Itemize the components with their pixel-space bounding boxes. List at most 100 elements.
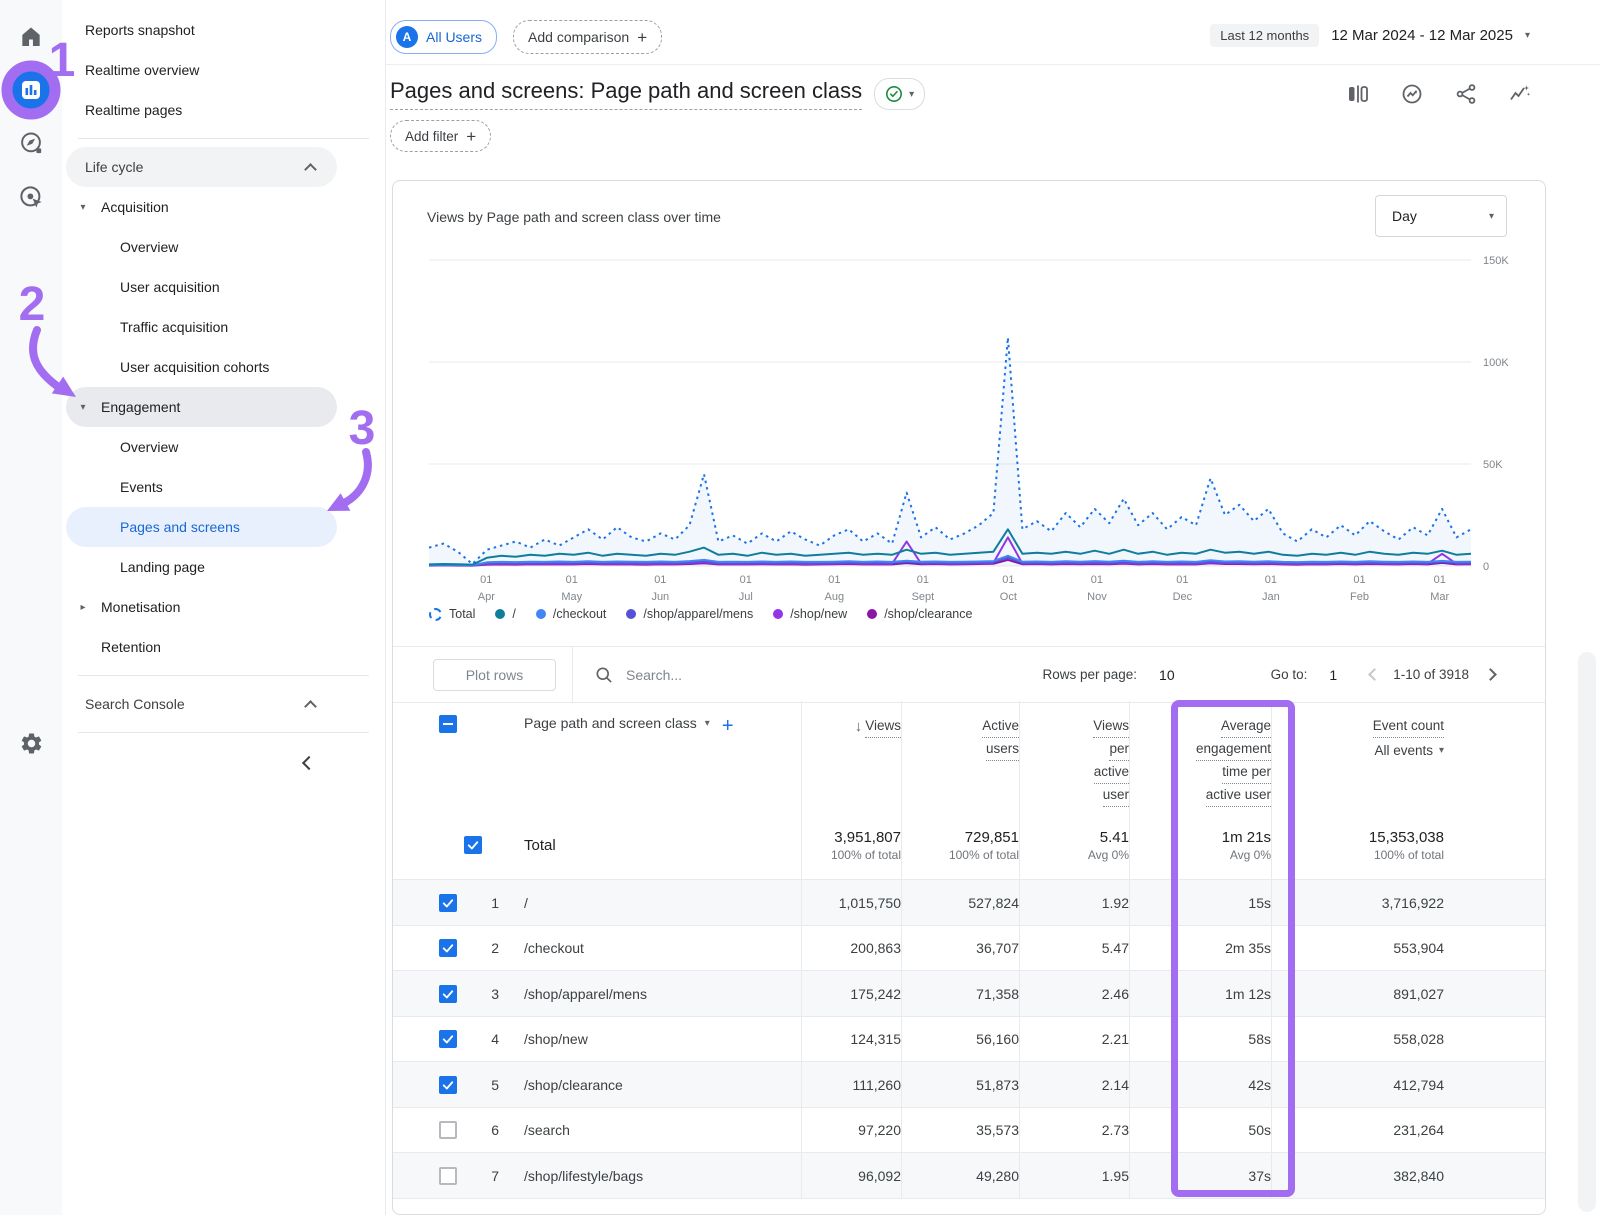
audience-chip[interactable]: A All Users bbox=[390, 20, 497, 54]
nav-item-user-acquisition-cohorts[interactable]: User acquisition cohorts bbox=[66, 347, 337, 387]
row-metric-cell: 15s bbox=[1129, 880, 1271, 926]
metric-header[interactable]: Averageengagementtime peractive user bbox=[1196, 715, 1271, 807]
metric-header[interactable]: ↓Views bbox=[855, 715, 901, 738]
total-subvalue: 100% of total bbox=[1374, 848, 1444, 862]
header-line: Views bbox=[865, 715, 901, 738]
table-row[interactable]: 4/shop/new124,31556,1602.2158s558,028 bbox=[393, 1016, 1545, 1063]
row-checkbox-checked[interactable] bbox=[439, 939, 457, 957]
nav-item-label: Reports snapshot bbox=[85, 22, 195, 38]
nav-section-search-console[interactable]: Search Console bbox=[66, 684, 337, 724]
share-icon[interactable] bbox=[1454, 82, 1478, 106]
add-filter-button[interactable]: Add filter + bbox=[390, 120, 491, 152]
total-label-cell: Total bbox=[499, 811, 801, 879]
nav-item-events[interactable]: Events bbox=[66, 467, 337, 507]
next-page-icon[interactable] bbox=[1479, 664, 1501, 686]
row-metric-cell: 2.73 bbox=[1019, 1108, 1129, 1154]
table-row[interactable]: 5/shop/clearance111,26051,8732.1442s412,… bbox=[393, 1061, 1545, 1108]
row-checkbox-checked[interactable] bbox=[439, 1076, 457, 1094]
metric-value: 56,160 bbox=[976, 1031, 1019, 1047]
nav-item-user-acquisition[interactable]: User acquisition bbox=[66, 267, 337, 307]
edit-comparisons-icon[interactable] bbox=[1346, 82, 1370, 106]
row-checkbox-checked[interactable] bbox=[439, 1030, 457, 1048]
row-index-cell: 3 bbox=[457, 971, 499, 1017]
previous-page-icon[interactable] bbox=[1363, 664, 1385, 686]
nav-item-pages-and-screens[interactable]: Pages and screens bbox=[66, 507, 337, 547]
nav-item-realtime-pages[interactable]: Realtime pages bbox=[66, 90, 337, 130]
intelligence-sparkline-icon[interactable] bbox=[1508, 82, 1532, 106]
page-path: /shop/apparel/mens bbox=[524, 986, 647, 1002]
nav-item-acquisition[interactable]: ▾Acquisition bbox=[66, 187, 337, 227]
plus-icon: + bbox=[637, 29, 647, 46]
dimension-header[interactable]: Page path and screen class▾ bbox=[499, 715, 710, 731]
table-row[interactable]: 3/shop/apparel/mens175,24271,3582.461m 1… bbox=[393, 970, 1545, 1017]
legend-label: / bbox=[512, 607, 515, 621]
metric-selector[interactable]: All events▾ bbox=[1374, 740, 1444, 761]
metric-header[interactable]: Viewsperactiveuser bbox=[1093, 715, 1129, 807]
series-area-total bbox=[429, 338, 1471, 567]
row-index: 4 bbox=[491, 1031, 499, 1047]
page-path: /shop/lifestyle/bags bbox=[524, 1168, 643, 1184]
scrollbar-track[interactable] bbox=[1578, 652, 1596, 1212]
table-row[interactable]: 7/shop/lifestyle/bags96,09249,2801.9537s… bbox=[393, 1152, 1545, 1199]
nav-item-realtime-overview[interactable]: Realtime overview bbox=[66, 50, 337, 90]
metric-value: 1.92 bbox=[1102, 895, 1129, 911]
metric-header[interactable]: Event countAll events▾ bbox=[1373, 715, 1444, 761]
collapse-nav-icon[interactable] bbox=[297, 751, 321, 775]
add-comparison-button[interactable]: Add comparison + bbox=[513, 20, 662, 54]
metric-value: 35,573 bbox=[976, 1122, 1019, 1138]
row-metric-cell: 51,873 bbox=[901, 1062, 1019, 1108]
nav-item-overview[interactable]: Overview bbox=[66, 427, 337, 467]
nav-item-monetisation[interactable]: ▸Monetisation bbox=[66, 587, 337, 627]
row-checkbox-checked[interactable] bbox=[439, 985, 457, 1003]
date-range-picker[interactable]: Last 12 months 12 Mar 2024 - 12 Mar 2025… bbox=[1210, 24, 1530, 47]
legend-item-checkout: /checkout bbox=[536, 607, 607, 621]
metric-header-cell-views-per-active-user: Viewsperactiveuser bbox=[1019, 701, 1129, 811]
rows-per-page-value[interactable]: 10 bbox=[1159, 667, 1175, 683]
table-row[interactable]: 1/1,015,750527,8241.9215s3,716,922 bbox=[393, 879, 1545, 926]
table-search[interactable]: Search... bbox=[594, 665, 682, 685]
metric-value: 1,015,750 bbox=[839, 895, 901, 911]
nav-item-engagement[interactable]: ▾Engagement bbox=[66, 387, 337, 427]
row-checkbox-checked[interactable] bbox=[439, 715, 457, 733]
nav-item-landing-page[interactable]: Landing page bbox=[66, 547, 337, 587]
nav-item-reports-snapshot[interactable]: Reports snapshot bbox=[66, 10, 337, 50]
metric-value: 37s bbox=[1248, 1168, 1271, 1184]
row-dimension-cell: / bbox=[499, 880, 801, 926]
nav-item-label: Traffic acquisition bbox=[120, 319, 228, 335]
row-checkbox-unchecked[interactable] bbox=[439, 1167, 457, 1185]
nav-item-overview[interactable]: Overview bbox=[66, 227, 337, 267]
add-dimension-icon[interactable]: + bbox=[722, 715, 734, 738]
metric-header[interactable]: Activeusers bbox=[982, 715, 1019, 761]
report-status-pill[interactable]: ▾ bbox=[874, 78, 925, 110]
metric-value: 51,873 bbox=[976, 1077, 1019, 1093]
reports-icon[interactable] bbox=[0, 70, 62, 110]
table-row[interactable]: 2/checkout200,86336,7075.472m 35s553,904 bbox=[393, 925, 1545, 972]
x-axis-tick: 01Mar bbox=[1430, 574, 1449, 603]
row-index-cell: 5 bbox=[457, 1062, 499, 1108]
page-title[interactable]: Pages and screens: Page path and screen … bbox=[390, 78, 862, 110]
chevron-down-icon: ▾ bbox=[909, 89, 914, 100]
goto-value[interactable]: 1 bbox=[1329, 667, 1337, 683]
nav-section-life-cycle[interactable]: Life cycle bbox=[66, 147, 337, 187]
header-line: engagement bbox=[1196, 738, 1271, 761]
table-row[interactable]: 6/search97,22035,5732.7350s231,264 bbox=[393, 1107, 1545, 1154]
row-dimension-cell: /shop/clearance bbox=[499, 1062, 801, 1108]
page-path: /search bbox=[524, 1122, 570, 1138]
insights-circle-icon[interactable] bbox=[1400, 82, 1424, 106]
row-dimension-cell: /checkout bbox=[499, 926, 801, 972]
nav-item-retention[interactable]: Retention bbox=[66, 627, 337, 667]
home-icon[interactable] bbox=[0, 24, 62, 50]
metric-value: 111,260 bbox=[852, 1077, 901, 1093]
legend-item-shop-clearance: /shop/clearance bbox=[867, 607, 972, 621]
nav-section-label: Search Console bbox=[85, 696, 185, 712]
advertising-icon[interactable] bbox=[0, 184, 62, 211]
metric-value: 2.46 bbox=[1102, 986, 1129, 1002]
x-axis-tick: 01Sept bbox=[912, 574, 935, 603]
row-checkbox-unchecked[interactable] bbox=[439, 1121, 457, 1139]
row-checkbox-checked[interactable] bbox=[439, 894, 457, 912]
nav-item-traffic-acquisition[interactable]: Traffic acquisition bbox=[66, 307, 337, 347]
granularity-select[interactable]: Day ▾ bbox=[1375, 195, 1507, 237]
settings-gear-icon[interactable] bbox=[0, 731, 62, 756]
plot-rows-button[interactable]: Plot rows bbox=[433, 659, 556, 691]
explore-icon[interactable] bbox=[0, 130, 62, 156]
